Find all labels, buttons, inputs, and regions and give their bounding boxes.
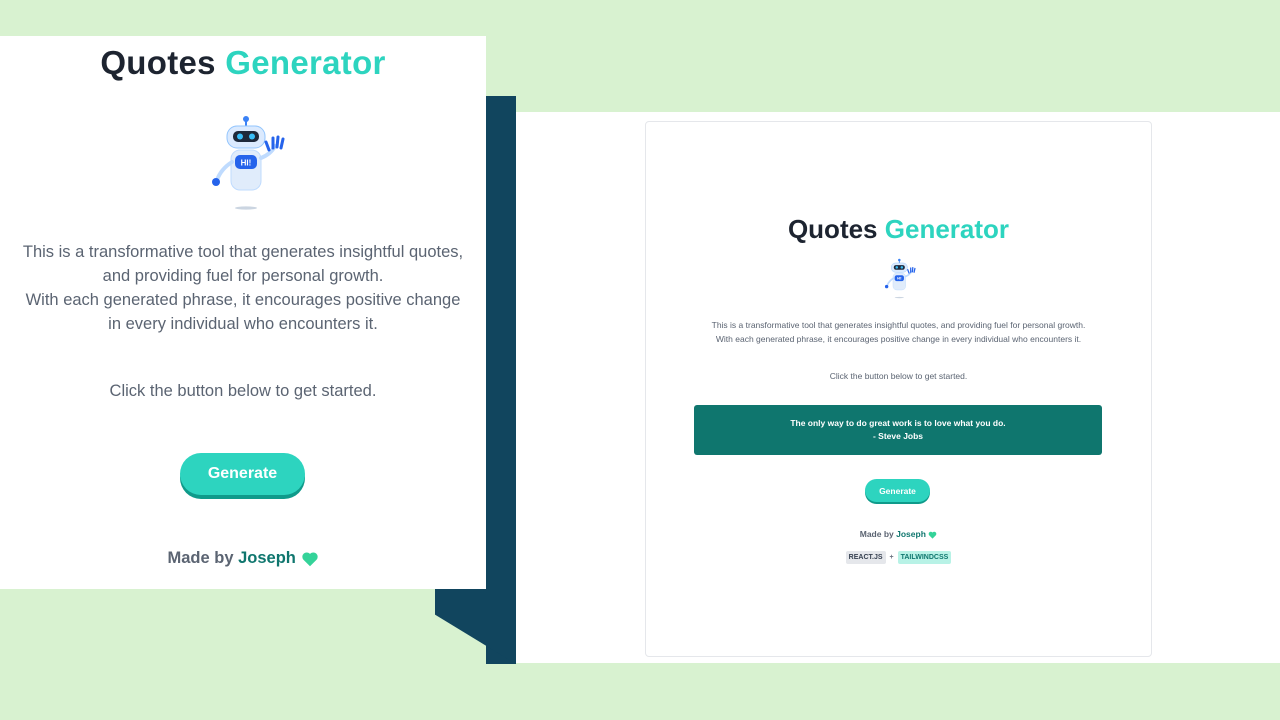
title-accent: Generator bbox=[225, 44, 386, 81]
react-badge: REACT.JS bbox=[845, 551, 886, 564]
generate-button[interactable]: Generate bbox=[865, 479, 930, 502]
quote-box: The only way to do great work is to love… bbox=[694, 405, 1102, 455]
heart-icon bbox=[928, 531, 937, 539]
cta-text: Click the button below to get started. bbox=[829, 371, 968, 381]
author-name: Joseph bbox=[896, 529, 926, 539]
made-by: Made by Joseph bbox=[646, 529, 1151, 539]
tech-stack: REACT.JS + TAILWINDCSS bbox=[646, 551, 1151, 564]
robot-badge-text: HI! bbox=[897, 277, 901, 281]
robot-icon: HI! bbox=[212, 116, 285, 210]
app-title: Quotes Generator bbox=[787, 214, 1010, 244]
title-main: Quotes bbox=[100, 44, 216, 81]
cta-text: Click the button below to get started. bbox=[109, 382, 377, 400]
zoomed-app-panel: Quotes Generator HI! This is a transform… bbox=[0, 36, 486, 589]
generate-button[interactable]: Generate bbox=[180, 453, 305, 495]
robot-icon: HI! bbox=[884, 258, 916, 299]
app-description: This is a transformative tool that gener… bbox=[711, 320, 1086, 344]
app-description: This is a transformative tool that gener… bbox=[22, 243, 464, 333]
quote-text: The only way to do great work is to love… bbox=[790, 417, 1006, 428]
robot-badge-text: HI! bbox=[241, 159, 252, 168]
author-name: Joseph bbox=[238, 549, 296, 567]
app-title: Quotes Generator bbox=[0, 44, 486, 82]
decorative-navy-band bbox=[486, 96, 516, 664]
tailwind-badge: TAILWINDCSS bbox=[897, 551, 952, 564]
presentation-slide: Quotes Generator HI! This is a transform… bbox=[0, 0, 1280, 720]
quote-author: - Steve Jobs bbox=[872, 431, 924, 441]
heart-icon bbox=[301, 552, 318, 566]
made-by: Made by Joseph bbox=[0, 549, 486, 568]
plus-sign: + bbox=[889, 554, 894, 561]
decorative-navy-triangle bbox=[435, 588, 516, 664]
app-card: Quotes Generator HI! This is a transform… bbox=[645, 121, 1152, 657]
